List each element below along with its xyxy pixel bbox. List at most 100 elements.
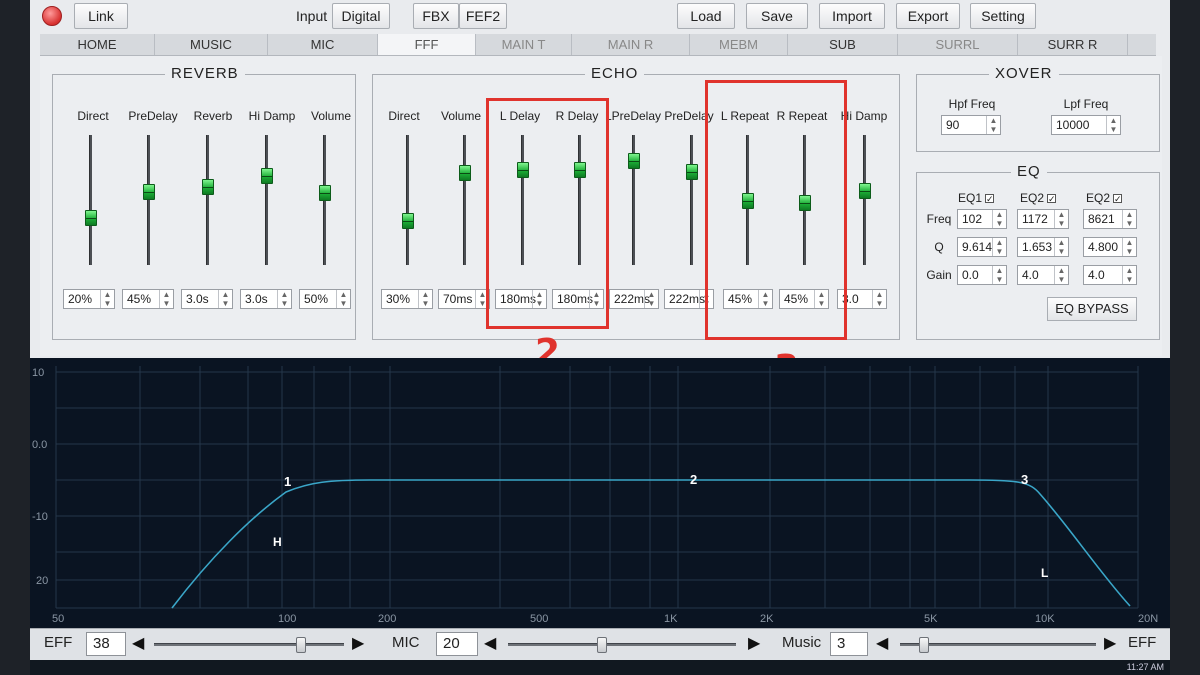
eq3-q-spinbox[interactable]: 4.800 ▲ ▼	[1083, 237, 1137, 257]
setting-button[interactable]: Setting	[970, 3, 1036, 29]
tab-fff[interactable]: FFF	[378, 34, 476, 55]
lpf-freq-spinbox[interactable]: 10000 ▲ ▼	[1051, 115, 1121, 135]
eq1-q-spinbox[interactable]: 9.614 ▲ ▼	[957, 237, 1007, 257]
slider-knob[interactable]	[686, 164, 698, 180]
eq3-header[interactable]: EQ2 ✓	[1073, 191, 1135, 205]
reverb-hidamp-spinbox[interactable]: 3.0s ▲ ▼	[240, 289, 292, 309]
mic-value-box[interactable]: 20	[436, 632, 478, 656]
close-button[interactable]	[42, 6, 62, 26]
y-label-top: 10	[32, 367, 44, 379]
echo-direct-slider[interactable]	[402, 135, 414, 265]
slider-knob[interactable]	[459, 165, 471, 181]
eq2-gain-spinbox[interactable]: 4.0 ▲ ▼	[1017, 265, 1069, 285]
reverb-direct-label: Direct	[77, 109, 109, 123]
eff-slider-thumb[interactable]	[296, 637, 306, 653]
reverb-title: REVERB	[165, 65, 245, 82]
echo-lpredelay-spinbox[interactable]: 222ms ▲ ▼	[609, 289, 659, 309]
import-button[interactable]: Import	[819, 3, 885, 29]
eq3-gain-spinbox[interactable]: 4.0 ▲ ▼	[1083, 265, 1137, 285]
slider-knob[interactable]	[261, 168, 273, 184]
eq2-q-spinbox[interactable]: 1.653 ▲ ▼	[1017, 237, 1069, 257]
tab-mebm[interactable]: MEBM	[690, 34, 788, 55]
echo-predelay-slider[interactable]	[686, 135, 698, 265]
slider-knob[interactable]	[859, 183, 871, 199]
echo-hidamp-slider[interactable]	[859, 135, 871, 265]
fbx-button[interactable]: FBX	[413, 3, 459, 29]
x-label-2k: 2K	[760, 613, 774, 625]
slider-knob[interactable]	[202, 179, 214, 195]
music-value-box[interactable]: 3	[830, 632, 868, 656]
eq-point-3[interactable]: 3	[1021, 472, 1028, 487]
reverb-hidamp-slider[interactable]	[261, 135, 273, 265]
eq1-freq-spinbox[interactable]: 102 ▲ ▼	[957, 209, 1007, 229]
tab-home[interactable]: HOME	[40, 34, 155, 55]
slider-knob[interactable]	[319, 185, 331, 201]
slider-knob[interactable]	[628, 153, 640, 169]
reverb-predelay-slider[interactable]	[143, 135, 155, 265]
reverb-group: REVERB Direct 20% ▲ ▼ PreDelay 45% ▲ ▼ Rever…	[52, 65, 356, 340]
tab-surrl[interactable]: SURRL	[898, 34, 1018, 55]
tab-main-r[interactable]: MAIN R	[572, 34, 690, 55]
eq-point-1[interactable]: 1	[284, 474, 291, 489]
load-button[interactable]: Load	[677, 3, 735, 29]
mic-left-arrow-icon[interactable]: ◀	[484, 633, 496, 653]
tab-main-t[interactable]: MAIN T	[476, 34, 572, 55]
echo-volume-slider[interactable]	[459, 135, 471, 265]
music-label: Music	[782, 634, 822, 651]
eff-right-arrow-icon[interactable]: ▶	[352, 633, 364, 653]
eff-slider[interactable]	[154, 637, 344, 653]
xover-title: XOVER	[989, 65, 1059, 82]
fef2-button[interactable]: FEF2	[459, 3, 507, 29]
lpf-marker-l[interactable]: L	[1041, 566, 1048, 580]
export-button[interactable]: Export	[896, 3, 960, 29]
slider-knob[interactable]	[85, 210, 97, 226]
eq-bypass-button[interactable]: EQ BYPASS	[1047, 297, 1137, 321]
reverb-direct-slider[interactable]	[85, 135, 97, 265]
reverb-direct-spinbox[interactable]: 20% ▲ ▼	[63, 289, 115, 309]
mic-slider-thumb[interactable]	[597, 637, 607, 653]
link-button[interactable]: Link	[74, 3, 128, 29]
hpf-freq-spinbox[interactable]: 90 ▲ ▼	[941, 115, 1001, 135]
echo-direct-label: Direct	[388, 109, 420, 123]
tab-mic[interactable]: MIC	[268, 34, 378, 55]
eff-right-label: EFF	[1128, 634, 1157, 651]
eq-q-label: Q	[934, 240, 944, 254]
reverb-predelay-spinbox[interactable]: 45% ▲ ▼	[122, 289, 174, 309]
eq2-checkbox[interactable]: ✓	[1047, 194, 1056, 204]
mic-slider[interactable]	[508, 637, 736, 653]
eq1-header[interactable]: EQ1 ✓	[945, 191, 1007, 205]
music-slider-thumb[interactable]	[919, 637, 929, 653]
music-left-arrow-icon[interactable]: ◀	[876, 633, 888, 653]
eq-freq-label: Freq	[926, 212, 952, 226]
echo-direct-spinbox[interactable]: 30% ▲ ▼	[381, 289, 433, 309]
tab-music[interactable]: MUSIC	[155, 34, 268, 55]
eq2-header[interactable]: EQ2 ✓	[1007, 191, 1069, 205]
slider-knob[interactable]	[402, 213, 414, 229]
music-right-arrow-icon[interactable]: ▶	[1104, 633, 1116, 653]
tab-sub[interactable]: SUB	[788, 34, 898, 55]
y-label-minus10: -10	[32, 511, 48, 523]
slider-knob[interactable]	[143, 184, 155, 200]
frequency-response-graph[interactable]: 10 0.0 -10 20 50 100 200 500 1K 2K 5K 10…	[30, 358, 1170, 628]
echo-volume-spinbox[interactable]: 70ms ▲ ▼	[438, 289, 490, 309]
mic-right-arrow-icon[interactable]: ▶	[748, 633, 760, 653]
reverb-reverb-spinbox[interactable]: 3.0s ▲ ▼	[181, 289, 233, 309]
echo-lpredelay-slider[interactable]	[628, 135, 640, 265]
eq3-freq-spinbox[interactable]: 8621 ▲ ▼	[1083, 209, 1137, 229]
x-label-20k: 20N	[1138, 613, 1158, 625]
eq1-checkbox[interactable]: ✓	[985, 194, 994, 204]
input-select[interactable]: Digital	[332, 3, 390, 29]
music-slider[interactable]	[900, 637, 1096, 653]
reverb-volume-slider[interactable]	[319, 135, 331, 265]
eq-point-2[interactable]: 2	[690, 472, 697, 487]
reverb-reverb-slider[interactable]	[202, 135, 214, 265]
eff-left-arrow-icon[interactable]: ◀	[132, 633, 144, 653]
eq3-checkbox[interactable]: ✓	[1113, 194, 1122, 204]
eq2-freq-spinbox[interactable]: 1172 ▲ ▼	[1017, 209, 1069, 229]
reverb-volume-spinbox[interactable]: 50% ▲ ▼	[299, 289, 351, 309]
tab-surr-r[interactable]: SURR R	[1018, 34, 1128, 55]
eff-value-box[interactable]: 38	[86, 632, 126, 656]
hpf-marker-h[interactable]: H	[273, 535, 282, 549]
eq1-gain-spinbox[interactable]: 0.0 ▲ ▼	[957, 265, 1007, 285]
save-button[interactable]: Save	[746, 3, 808, 29]
